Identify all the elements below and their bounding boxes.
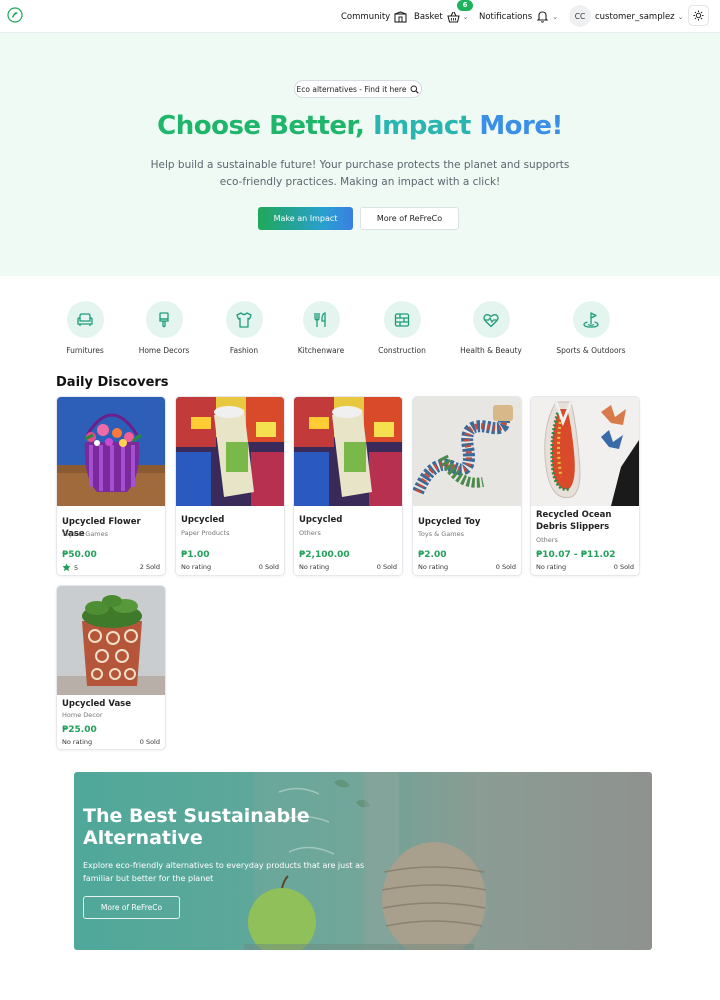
product-sold: 0 Sold [139,738,160,746]
basket-label: Basket [414,11,443,22]
product-name: Upcycled [181,515,225,525]
product-category: Others [299,529,321,537]
product-card[interactable]: Upcycled Vase Home Decor ₱25.00 No ratin… [56,585,166,750]
more-of-refreco-button[interactable]: More of ReFreCo [360,207,459,230]
product-sold: 0 Sold [376,563,397,571]
product-image [294,397,402,506]
product-card[interactable]: Upcycled Flower Vase Toys & Games ₱50.00… [56,396,166,576]
utensils-icon [314,311,326,327]
product-price: ₱1.00 [181,550,210,560]
product-name: Recycled Ocean Debris Slippers [536,510,612,532]
basket-count-badge: 6 [457,0,473,11]
product-rating: No rating [62,738,93,746]
notifications-chevron-down-icon: ⌄ [552,12,559,21]
banner-more-button[interactable]: More of ReFreCo [83,896,180,919]
search-chip-label: Eco alternatives - Find it here [296,84,407,94]
category-kitchenware[interactable]: Kitchenware [281,301,361,355]
shirt-icon [236,311,252,328]
product-rating: No rating [299,563,330,571]
product-price: ₱2.00 [418,550,447,560]
category-health-beauty[interactable]: Health & Beauty [451,301,531,355]
product-category: Paper Products [181,529,230,537]
product-image [531,397,639,506]
top-navbar: Community Basket ⌄ 6 Notifications ⌄ CC … [0,0,720,33]
product-category: Home Decor [62,711,103,719]
basket-chevron-down-icon: ⌄ [462,12,469,21]
product-sold: 2 Sold [139,563,160,571]
product-sold: 0 Sold [258,563,279,571]
category-construction[interactable]: Construction [362,301,442,355]
product-category: Toys & Games [62,530,109,538]
community-label: Community [341,11,391,22]
search-icon [410,85,420,94]
sofa-icon [77,312,93,326]
product-card[interactable]: Upcycled Paper Products ₱1.00 No rating … [175,396,285,576]
hero-title: Choose Better, Impact More! [157,111,563,141]
eco-search-chip[interactable]: Eco alternatives - Find it here [294,80,422,98]
product-sold: 0 Sold [613,563,634,571]
hero-section: Eco alternatives - Find it here Choose B… [0,33,720,276]
theme-toggle-button[interactable] [688,5,709,26]
daily-discovers-title: Daily Discovers [56,375,169,390]
product-price: ₱2,100.00 [299,550,350,560]
basket-icon [446,11,460,23]
user-menu[interactable]: customer_samplez ⌄ [595,0,684,33]
community-building-icon [394,10,407,23]
product-card[interactable]: Upcycled Others ₱2,100.00 No rating 0 So… [293,396,403,576]
user-chevron-down-icon: ⌄ [677,12,684,21]
product-image [176,397,284,506]
product-image [57,397,165,506]
community-link[interactable]: Community [341,0,407,33]
promo-banner: The Best Sustainable Alternative Explore… [74,772,652,950]
brick-wall-icon [394,312,410,327]
product-category: Toys & Games [418,530,465,538]
heart-pulse-icon [483,313,499,327]
product-name: Upcycled Vase [62,699,132,709]
product-rating: No rating [536,563,567,571]
product-rating: No rating [181,563,212,571]
product-price: ₱10.07 - ₱11.02 [536,550,616,560]
notifications-label: Notifications [479,11,533,22]
username-label: customer_samplez [595,11,675,22]
golf-icon [583,311,599,328]
product-rating: No rating [418,563,449,571]
product-name: Upcycled [299,515,343,525]
product-card[interactable]: Recycled Ocean Debris Slippers Others ₱1… [530,396,640,576]
category-home-decors[interactable]: Home Decors [124,301,204,355]
bell-icon [536,11,549,23]
hero-subtitle: Help build a sustainable future! Your pu… [150,159,570,188]
banner-title: The Best Sustainable Alternative [83,805,310,849]
product-rating: 5 [62,563,78,572]
category-sports-outdoors[interactable]: Sports & Outdoors [551,301,631,355]
sun-icon [693,10,704,21]
product-card[interactable]: Upcycled Toy Toys & Games ₱2.00 No ratin… [412,396,522,576]
category-furnitures[interactable]: Furnitures [45,301,125,355]
product-image [413,397,521,506]
refreco-logo-icon[interactable] [7,7,23,23]
category-fashion[interactable]: Fashion [204,301,284,355]
banner-subtitle: Explore eco-friendly alternatives to eve… [83,861,365,883]
product-sold: 0 Sold [495,563,516,571]
make-an-impact-button[interactable]: Make an Impact [258,207,353,230]
product-name: Upcycled Toy [418,517,481,527]
product-price: ₱25.00 [62,725,97,735]
product-price: ₱50.00 [62,550,97,560]
paint-brush-icon [159,311,169,327]
product-category: Others [536,536,558,544]
product-image [57,586,165,695]
star-icon [62,563,71,572]
notifications-link[interactable]: Notifications ⌄ [479,0,558,33]
avatar[interactable]: CC [569,5,591,27]
